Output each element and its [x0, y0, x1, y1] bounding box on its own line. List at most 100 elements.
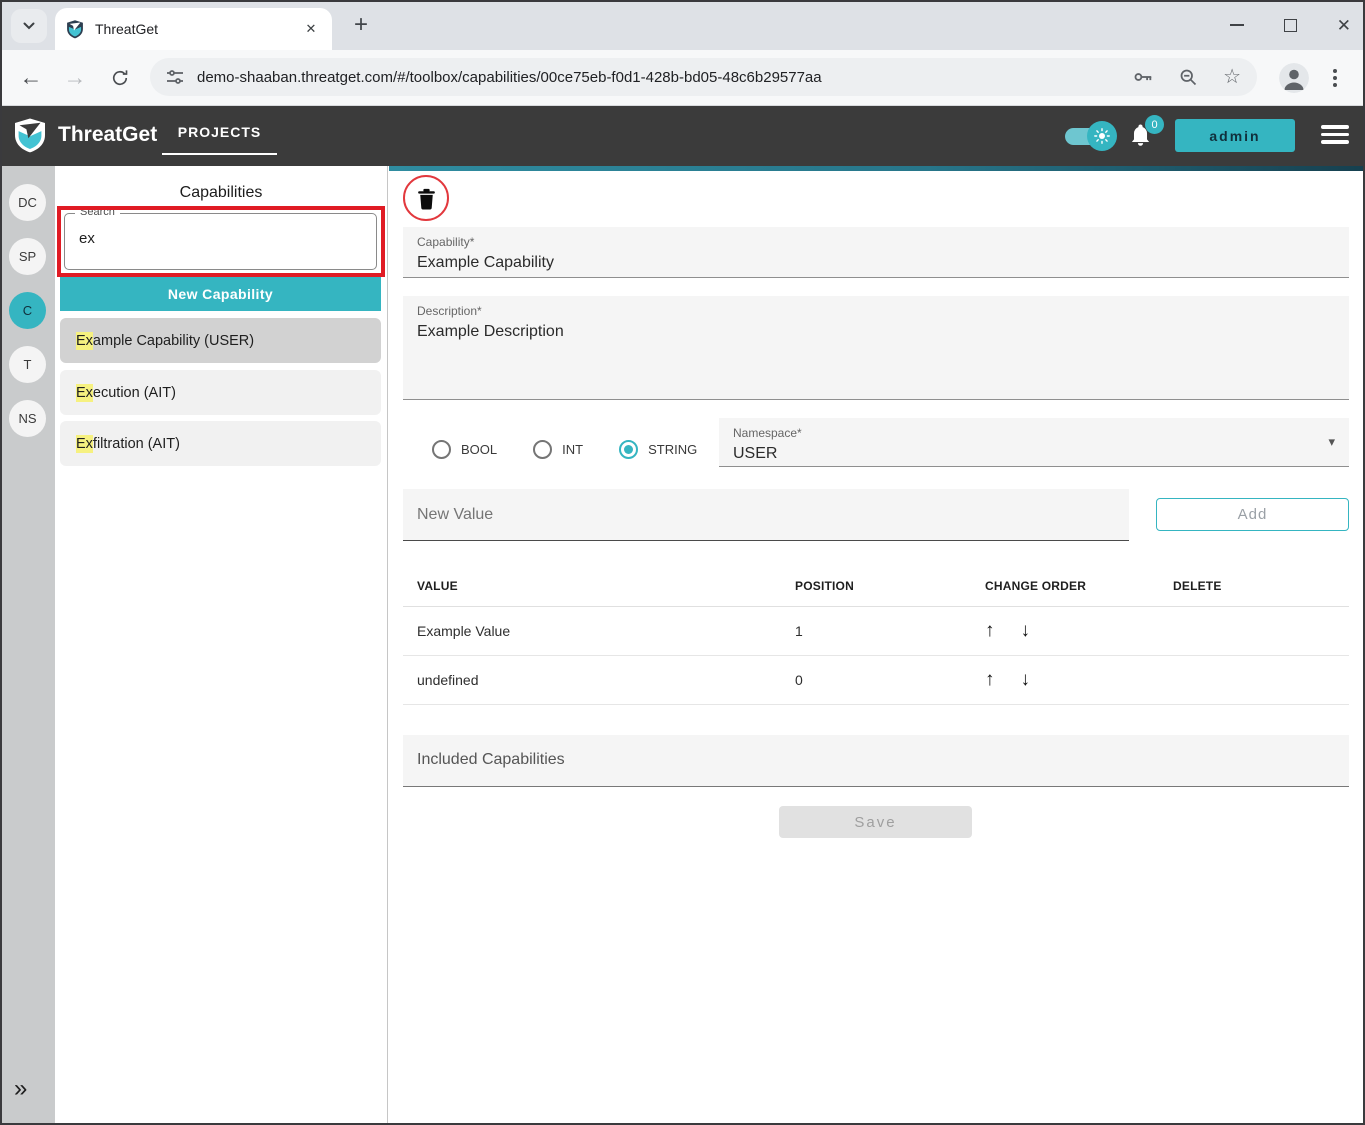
value-table-body: Example Value 1 ↑ ↓ undefined 0 ↑ ↓ [403, 607, 1349, 705]
tab-search-button[interactable] [11, 9, 47, 43]
url-bar[interactable]: demo-shaaban.threatget.com/#/toolbox/cap… [150, 58, 1257, 96]
tab-title: ThreatGet [95, 21, 159, 37]
value-table-row: undefined 0 ↑ ↓ [403, 656, 1349, 705]
reload-button[interactable] [103, 50, 137, 105]
forward-button[interactable]: → [58, 50, 92, 105]
namespace-select[interactable]: Namespace* USER ▾ [719, 418, 1349, 467]
browser-menu-kebab-icon[interactable] [1323, 64, 1347, 92]
window-controls: ✕ [1229, 0, 1351, 50]
app-title: ThreatGet [58, 123, 158, 146]
new-value-placeholder: New Value [417, 506, 494, 523]
search-input-label: Search [75, 206, 120, 218]
radio-circle-icon[interactable] [619, 440, 639, 459]
add-value-button[interactable]: Add [1156, 498, 1349, 531]
radio-circle-icon[interactable] [432, 440, 451, 459]
rail-item-c[interactable]: C [9, 292, 46, 329]
browser-tab[interactable]: ThreatGet ✕ [55, 8, 332, 50]
capability-item-label: ample Capability (USER) [92, 332, 255, 349]
new-tab-button[interactable]: + [346, 10, 376, 40]
rail: » DC SP C T NS [0, 166, 55, 1125]
radio-bool[interactable]: BOOL [432, 440, 497, 459]
move-up-icon[interactable]: ↑ [985, 620, 995, 642]
row-position: 0 [795, 672, 803, 688]
row-value: Example Value [417, 623, 511, 639]
window-close-button[interactable]: ✕ [1337, 17, 1351, 34]
row-value: undefined [417, 672, 479, 688]
type-radio-group: BOOL INT STRING [432, 440, 697, 459]
sun-icon [1094, 128, 1110, 144]
move-up-icon[interactable]: ↑ [985, 669, 995, 691]
radio-int[interactable]: INT [533, 440, 583, 459]
description-field-value: Example Description [417, 323, 564, 340]
radio-circle-icon[interactable] [533, 440, 553, 459]
browser-profile-avatar[interactable] [1279, 63, 1309, 93]
search-match-highlight: Ex [76, 434, 93, 453]
sidebar-title: Capabilities [179, 184, 263, 201]
description-field-label: Description* [417, 304, 482, 318]
app-navbar: ThreatGet PROJECTS 0 admin [0, 106, 1365, 166]
search-match-highlight: Ex [76, 383, 93, 402]
delete-capability-button[interactable] [403, 175, 449, 221]
capability-list-item[interactable]: Ex ecution (AIT) [60, 370, 381, 415]
tab-close-icon[interactable]: ✕ [300, 18, 322, 40]
included-capabilities-field[interactable]: Included Capabilities [403, 735, 1349, 787]
password-key-icon[interactable] [1132, 66, 1154, 88]
col-value: VALUE [417, 579, 458, 593]
browser-window: ThreatGet ✕ + ✕ ← → demo-shaaban.threatg… [0, 0, 1365, 1125]
capability-list-item[interactable]: Ex filtration (AIT) [60, 421, 381, 466]
url-text[interactable]: demo-shaaban.threatget.com/#/toolbox/cap… [197, 69, 1120, 86]
reload-icon [112, 69, 128, 85]
zoom-out-icon[interactable] [1178, 67, 1199, 88]
radio-label: INT [562, 442, 584, 457]
rail-item-sp[interactable]: SP [9, 238, 46, 275]
rail-item-t[interactable]: T [9, 346, 46, 383]
capability-list-item[interactable]: Ex ample Capability (USER) [60, 318, 381, 363]
search-match-highlight: Ex [76, 331, 93, 350]
capability-item-label: ecution (AIT) [92, 384, 176, 401]
col-delete: DELETE [1173, 579, 1222, 593]
capability-item-label: filtration (AIT) [92, 435, 180, 452]
new-value-input[interactable]: New Value [403, 489, 1129, 541]
minimize-button[interactable] [1229, 24, 1244, 26]
nav-projects[interactable]: PROJECTS [162, 124, 277, 155]
value-table-header: VALUE POSITION CHANGE ORDER DELETE [403, 566, 1349, 607]
trash-icon [417, 188, 435, 209]
panel-top-accent-bar [389, 166, 1365, 171]
bookmark-star-icon[interactable]: ☆ [1223, 67, 1241, 87]
col-position: POSITION [795, 579, 854, 593]
capability-field-label: Capability* [417, 235, 475, 249]
value-table: VALUE POSITION CHANGE ORDER DELETE Examp… [403, 566, 1349, 705]
browser-toolbar: ← → demo-shaaban.threatget.com/#/toolbox… [0, 50, 1365, 106]
theme-toggle[interactable] [1065, 121, 1117, 151]
back-button[interactable]: ← [14, 50, 48, 105]
save-button[interactable]: Save [779, 806, 972, 838]
chevron-down-icon[interactable]: ▾ [1328, 434, 1335, 450]
page-content: » DC SP C T NS Capabilities Search ex New Ca… [0, 166, 1365, 1125]
admin-user-button[interactable]: admin [1175, 119, 1295, 152]
notifications-button[interactable]: 0 [1129, 115, 1164, 149]
new-capability-button[interactable]: New Capability [60, 277, 381, 311]
hamburger-menu-icon[interactable] [1321, 125, 1349, 144]
chevron-down-icon [23, 22, 35, 30]
capability-field[interactable]: Capability* Example Capability [403, 227, 1349, 278]
capability-detail-panel: Capability* Example Capability Descripti… [389, 166, 1365, 1125]
rail-item-dc[interactable]: DC [9, 184, 46, 221]
move-down-icon[interactable]: ↓ [1021, 669, 1031, 691]
rail-expand-icon[interactable]: » [14, 1075, 27, 1103]
radio-label: STRING [648, 442, 698, 457]
browser-titlebar: ThreatGet ✕ + ✕ [0, 0, 1365, 50]
col-change-order: CHANGE ORDER [985, 579, 1087, 593]
capability-field-value: Example Capability [417, 254, 554, 271]
rail-item-ns[interactable]: NS [9, 400, 46, 437]
app-brand[interactable]: ThreatGet [12, 116, 157, 154]
site-settings-icon[interactable] [166, 68, 184, 86]
maximize-button[interactable] [1283, 18, 1297, 32]
row-position: 1 [795, 623, 803, 639]
theme-toggle-knob[interactable] [1087, 121, 1117, 151]
radio-string[interactable]: STRING [619, 440, 697, 459]
value-table-row: Example Value 1 ↑ ↓ [403, 607, 1349, 656]
move-down-icon[interactable]: ↓ [1021, 620, 1031, 642]
radio-label: BOOL [461, 442, 498, 457]
description-field[interactable]: Description* Example Description [403, 296, 1349, 400]
search-input[interactable]: Search ex [64, 206, 377, 270]
